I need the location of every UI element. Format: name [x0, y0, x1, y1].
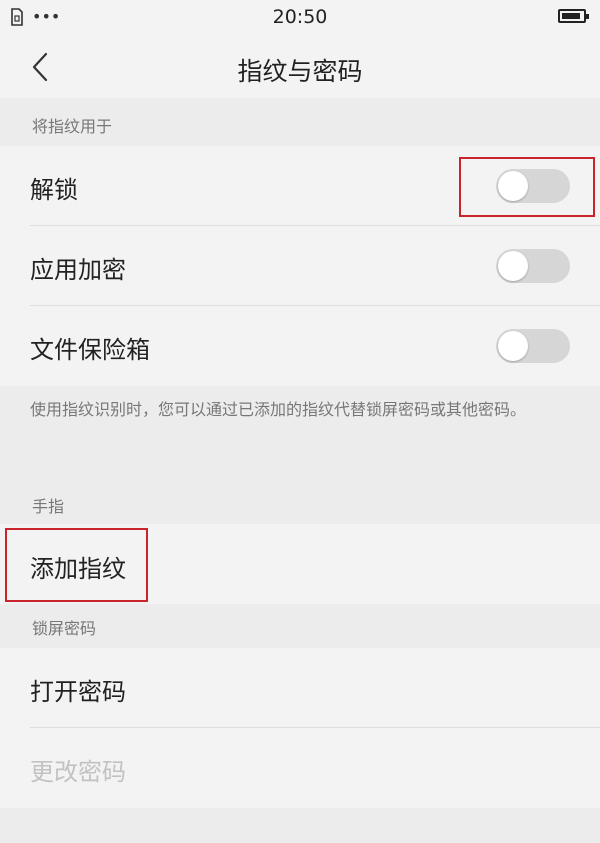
toggle-knob [498, 171, 528, 201]
section-header-fingerprint-use: 将指纹用于 [0, 98, 600, 144]
back-button[interactable] [24, 48, 64, 88]
app-header: 指纹与密码 [0, 36, 600, 98]
section-header-fingers: 手指 [0, 486, 600, 524]
chevron-left-icon [32, 52, 48, 82]
row-app-encryption[interactable]: 应用加密 [0, 226, 600, 306]
row-label-enable-password: 打开密码 [30, 678, 126, 706]
status-bar: ••• 20:50 [0, 0, 600, 36]
file-safe-toggle[interactable] [496, 329, 570, 363]
row-change-password: 更改密码 [0, 728, 600, 808]
fingerprint-note: 使用指纹识别时，您可以通过已添加的指纹代替锁屏密码或其他密码。 [0, 386, 600, 486]
row-label-change-password: 更改密码 [30, 758, 126, 786]
toggle-knob [498, 331, 528, 361]
row-file-safe[interactable]: 文件保险箱 [0, 306, 600, 386]
toggle-knob [498, 251, 528, 281]
row-label-app-encryption: 应用加密 [30, 256, 126, 284]
page-title: 指纹与密码 [237, 57, 363, 86]
section-header-lock-password: 锁屏密码 [0, 604, 600, 648]
row-label-add-fingerprint: 添加指纹 [30, 555, 126, 583]
app-encryption-toggle[interactable] [496, 249, 570, 283]
row-label-unlock: 解锁 [30, 176, 78, 204]
battery-level [562, 13, 580, 19]
row-label-file-safe: 文件保险箱 [30, 336, 150, 364]
row-add-fingerprint[interactable]: 添加指纹 [0, 524, 600, 604]
row-enable-password[interactable]: 打开密码 [0, 648, 600, 728]
row-unlock[interactable]: 解锁 [0, 146, 600, 226]
unlock-toggle[interactable] [496, 169, 570, 203]
status-time: 20:50 [272, 6, 328, 28]
battery-icon [558, 9, 589, 23]
